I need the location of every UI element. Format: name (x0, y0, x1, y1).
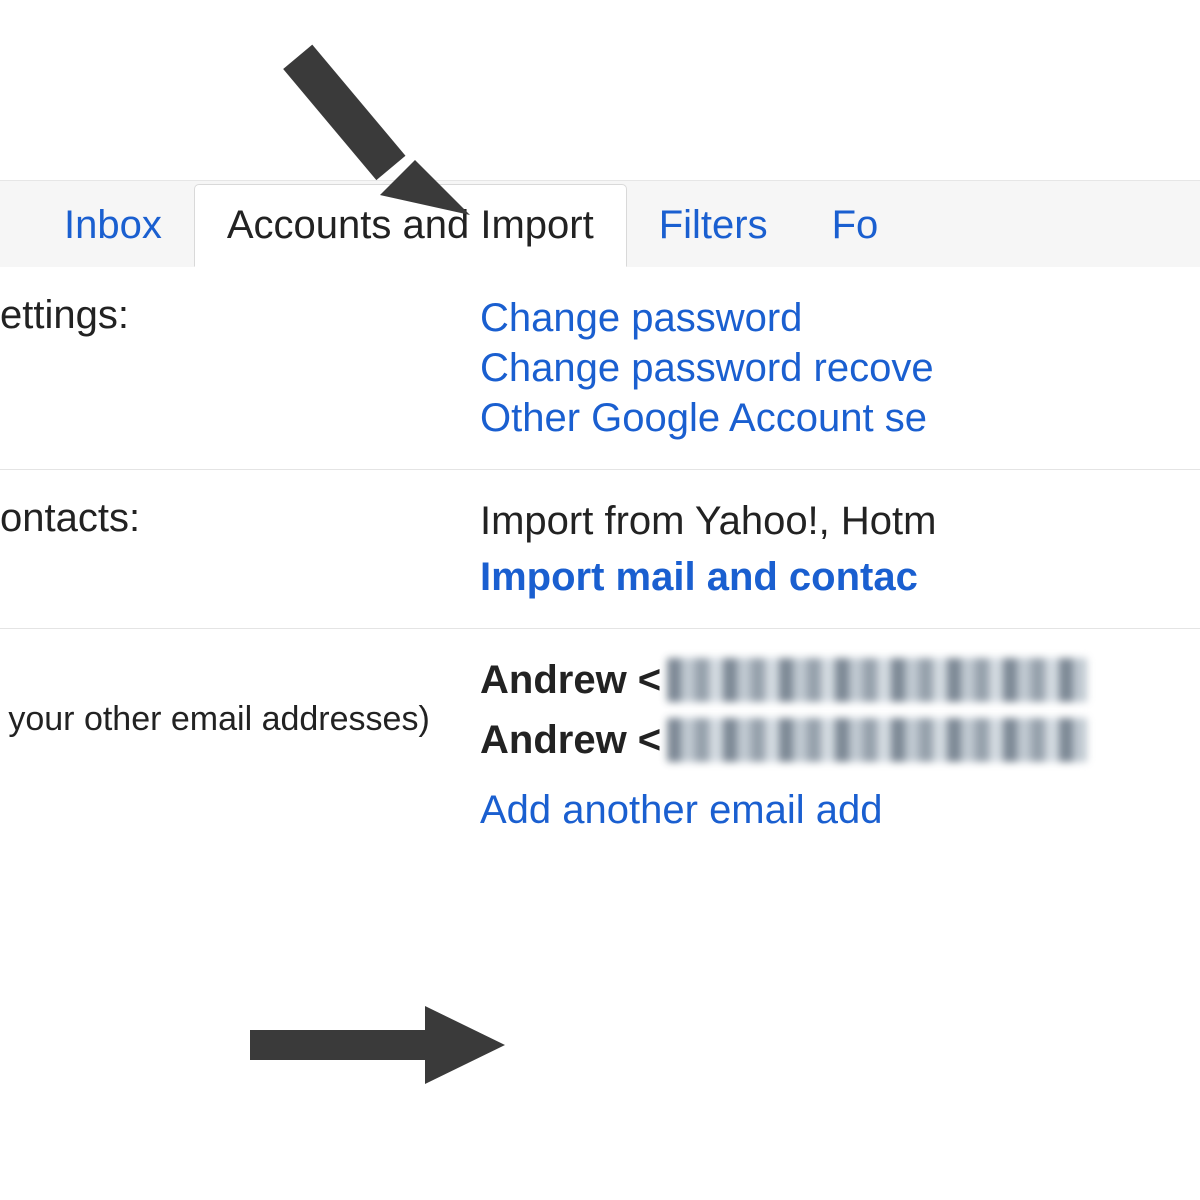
tab-filters[interactable]: Filters (627, 185, 800, 266)
row-send-mail-as: n your other email addresses) Andrew < A… (0, 629, 1200, 861)
row-import-contacts: contacts: Import from Yahoo!, Hotm Impor… (0, 470, 1200, 629)
tab-partial-left[interactable]: s (0, 185, 32, 266)
link-add-another-email-address[interactable]: Add another email add (480, 785, 1200, 835)
tab-inbox[interactable]: Inbox (32, 185, 194, 266)
tab-partial-right[interactable]: Fo (800, 185, 911, 266)
label-account-settings: settings: (0, 293, 129, 337)
text-import-description: Import from Yahoo!, Hotm (480, 496, 1200, 546)
send-as-name-2: Andrew < (480, 715, 661, 765)
annotation-arrow-bottom (250, 1000, 510, 1090)
link-change-password[interactable]: Change password (480, 293, 1200, 343)
send-as-address-1: Andrew < (480, 655, 1200, 705)
send-as-address-2: Andrew < (480, 715, 1200, 765)
send-as-name-1: Andrew < (480, 655, 661, 705)
link-other-google-account-settings[interactable]: Other Google Account se (480, 393, 1200, 443)
link-import-mail-and-contacts[interactable]: Import mail and contac (480, 552, 1200, 602)
row-account-settings: settings: Change password Change passwor… (0, 267, 1200, 470)
tab-accounts-and-import[interactable]: Accounts and Import (194, 184, 627, 267)
redacted-email-2 (667, 718, 1087, 762)
label-import-contacts: contacts: (0, 496, 140, 540)
redacted-email-1 (667, 658, 1087, 702)
label-send-mail-as-sub: n your other email addresses) (0, 700, 460, 739)
link-change-password-recovery[interactable]: Change password recove (480, 343, 1200, 393)
